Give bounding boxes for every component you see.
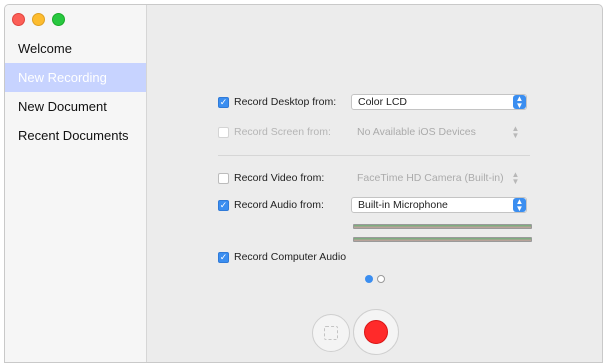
record-video-label: Record Video from: — [234, 172, 325, 184]
screen-source-select[interactable]: No Available iOS Devices ▲ ▼ — [351, 124, 527, 140]
main-panel: ✓ Record Desktop from: Color LCD ▲ ▼ Reco… — [147, 5, 602, 362]
video-source-select[interactable]: FaceTime HD Camera (Built-in) ▲ ▼ — [351, 170, 527, 186]
record-desktop-row: ✓ Record Desktop from: Color LCD ▲ ▼ — [218, 93, 527, 111]
desktop-source-value: Color LCD — [358, 96, 408, 108]
audio-level-meter-right — [353, 237, 532, 242]
audio-source-select[interactable]: Built-in Microphone ▲ ▼ — [351, 197, 527, 213]
select-arrows-icon: ▲ ▼ — [513, 198, 526, 213]
record-desktop-checkbox[interactable]: ✓ — [218, 96, 229, 108]
record-screen-checkbox[interactable] — [218, 126, 229, 138]
record-button[interactable] — [353, 309, 399, 355]
select-arrows-icon: ▲ ▼ — [513, 95, 526, 110]
zoom-window-button[interactable] — [52, 13, 65, 26]
screen-source-value: No Available iOS Devices — [357, 126, 476, 138]
audio-source-value: Built-in Microphone — [358, 199, 448, 211]
record-desktop-label: Record Desktop from: — [234, 96, 337, 108]
page-indicator — [365, 275, 385, 283]
record-audio-label: Record Audio from: — [234, 199, 324, 211]
video-source-value: FaceTime HD Camera (Built-in) — [357, 172, 504, 184]
page-dot-2[interactable] — [377, 275, 385, 283]
select-arrows-icon: ▲ ▼ — [511, 170, 520, 186]
record-audio-row: ✓ Record Audio from: Built-in Microphone… — [218, 196, 527, 214]
audio-level-meter-left — [353, 224, 532, 229]
close-window-button[interactable] — [12, 13, 25, 26]
sidebar-item-recent-documents[interactable]: Recent Documents — [5, 121, 146, 150]
record-audio-checkbox[interactable]: ✓ — [218, 199, 229, 211]
record-computer-audio-checkbox[interactable]: ✓ — [218, 251, 229, 263]
page-dot-1[interactable] — [365, 275, 373, 283]
record-icon — [364, 320, 388, 344]
select-arrows-icon: ▲ ▼ — [511, 124, 520, 140]
record-screen-label: Record Screen from: — [234, 126, 331, 138]
window-controls — [12, 13, 65, 26]
desktop-source-select[interactable]: Color LCD ▲ ▼ — [351, 94, 527, 110]
sidebar-item-welcome[interactable]: Welcome — [5, 34, 146, 63]
record-computer-audio-row: ✓ Record Computer Audio — [218, 248, 346, 266]
sidebar-item-new-recording[interactable]: New Recording — [5, 63, 146, 92]
record-screen-row: Record Screen from: No Available iOS Dev… — [218, 123, 527, 141]
app-window: Welcome New Recording New Document Recen… — [4, 4, 603, 363]
sidebar-nav: Welcome New Recording New Document Recen… — [5, 34, 146, 150]
selection-region-icon — [324, 326, 338, 340]
record-computer-audio-label: Record Computer Audio — [234, 251, 347, 263]
record-video-checkbox[interactable] — [218, 172, 229, 184]
section-divider — [218, 155, 530, 156]
sidebar: Welcome New Recording New Document Recen… — [5, 5, 147, 362]
sidebar-item-new-document[interactable]: New Document — [5, 92, 146, 121]
select-region-button[interactable] — [312, 314, 350, 352]
record-video-row: Record Video from: FaceTime HD Camera (B… — [218, 169, 527, 187]
minimize-window-button[interactable] — [32, 13, 45, 26]
